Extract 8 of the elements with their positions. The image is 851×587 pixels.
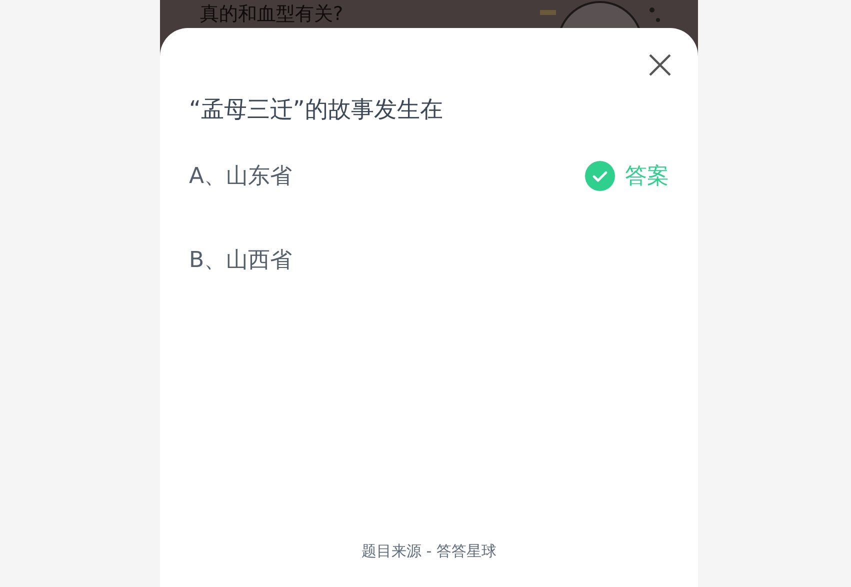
check-icon: [585, 161, 615, 191]
option-label[interactable]: A、山东省: [189, 160, 292, 192]
close-icon: [648, 53, 672, 77]
option-label[interactable]: B、山西省: [189, 244, 292, 276]
question-text: “孟母三迁”的故事发生在: [189, 96, 444, 125]
source-text: 题目来源 - 答答星球: [362, 540, 496, 562]
answer-label: 答案: [625, 162, 669, 190]
close-button[interactable]: [647, 52, 673, 78]
